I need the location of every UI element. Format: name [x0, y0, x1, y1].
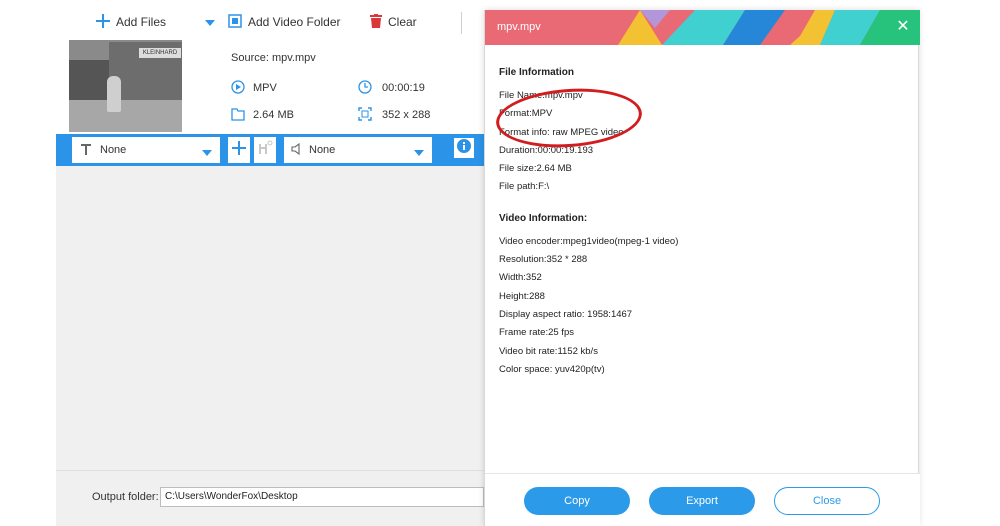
folder-icon	[228, 13, 242, 31]
chevron-down-icon	[202, 147, 212, 159]
dialog-header: mpv.mpv ✕	[485, 10, 920, 45]
plus-icon	[232, 140, 246, 160]
copy-button[interactable]: Copy	[524, 487, 630, 515]
format-value: MPV	[253, 82, 277, 94]
thumbnail-sign-text: KLEINHARD	[139, 48, 181, 58]
file-size-line: File size:2.64 MB	[499, 163, 572, 175]
close-icon[interactable]: ✕	[894, 17, 912, 37]
chevron-down-icon	[205, 15, 215, 29]
file-item[interactable]: KLEINHARD Source: mpv.mpv MPV 00:00:19 2…	[56, 40, 484, 134]
close-button[interactable]: Close	[774, 487, 880, 515]
add-subtitle-button[interactable]	[228, 137, 250, 163]
clock-icon	[358, 80, 372, 99]
plus-icon	[96, 13, 110, 31]
format-line: Format:MPV	[499, 108, 553, 120]
subtitle-dropdown[interactable]: None	[72, 137, 220, 163]
add-files-dropdown[interactable]	[205, 12, 215, 32]
add-files-button[interactable]: Add Files	[96, 12, 166, 32]
screen: Add Files Add Video Folder Clear KLEINHA…	[0, 0, 1000, 526]
height-line: Height:288	[499, 290, 545, 302]
file-path-line: File path:F:\	[499, 181, 550, 193]
audio-track-dropdown[interactable]: None	[284, 137, 432, 163]
width-line: Width:352	[499, 272, 542, 284]
file-name-line: File Name:mpv.mpv	[499, 90, 583, 101]
export-button[interactable]: Export	[649, 487, 755, 515]
resolution-line: Resolution:352 * 288	[499, 254, 588, 266]
speaker-icon	[291, 142, 305, 158]
header-decoration	[485, 10, 920, 45]
resolution-icon	[358, 107, 372, 126]
dialog-content: File Information File Name:mpv.mpv Forma…	[485, 45, 920, 473]
subtitle-value: None	[100, 144, 127, 156]
format-icon	[231, 80, 245, 99]
color-space-line: Color space: yuv420p(tv)	[499, 363, 605, 375]
file-size-value: 2.64 MB	[253, 109, 294, 121]
output-folder-label: Output folder:	[92, 491, 159, 503]
clear-label: Clear	[388, 15, 417, 29]
video-thumbnail[interactable]: KLEINHARD	[69, 40, 182, 132]
format-info-line: Format info: raw MPEG video	[499, 126, 624, 138]
duration-value: 00:00:19	[382, 82, 425, 94]
trash-icon	[370, 13, 382, 31]
frame-rate-line: Frame rate:25 fps	[499, 327, 574, 339]
options-bar: None None	[56, 134, 484, 166]
hardsub-icon	[257, 140, 273, 161]
video-information-heading: Video Information:	[499, 212, 588, 224]
add-files-label: Add Files	[116, 15, 167, 29]
output-footer: Output folder: C:\Users\WonderFox\Deskto…	[56, 470, 484, 526]
resolution-value: 352 x 288	[382, 109, 431, 121]
text-icon	[80, 143, 92, 158]
duration-line: Duration:00:00:19.193	[499, 144, 594, 156]
video-encoder-line: Video encoder:mpeg1video(mpeg-1 video)	[499, 235, 679, 247]
info-button[interactable]	[452, 136, 476, 160]
file-information-heading: File Information	[499, 67, 574, 78]
converter-app: Add Files Add Video Folder Clear KLEINHA…	[56, 0, 484, 526]
output-folder-input[interactable]: C:\Users\WonderFox\Desktop	[160, 487, 484, 507]
toolbar: Add Files Add Video Folder Clear	[56, 0, 484, 40]
info-icon	[456, 138, 472, 159]
add-video-folder-label: Add Video Folder	[248, 15, 341, 29]
toolbar-divider	[461, 12, 462, 34]
hardsub-button[interactable]	[254, 137, 276, 163]
bit-rate-line: Video bit rate:1152 kb/s	[499, 345, 598, 357]
file-info-dialog: mpv.mpv ✕ File Information File Name:mpv…	[484, 10, 920, 526]
dialog-footer: Copy Export Close	[485, 473, 920, 526]
aspect-ratio-line: Display aspect ratio: 1958:1467	[499, 308, 633, 320]
chevron-down-icon	[414, 147, 424, 159]
source-filename: Source: mpv.mpv	[231, 52, 316, 64]
dialog-title: mpv.mpv	[497, 21, 541, 33]
clear-button[interactable]: Clear	[370, 12, 417, 32]
add-video-folder-button[interactable]: Add Video Folder	[228, 12, 341, 32]
file-size-icon	[231, 107, 245, 126]
audio-track-value: None	[309, 144, 336, 156]
